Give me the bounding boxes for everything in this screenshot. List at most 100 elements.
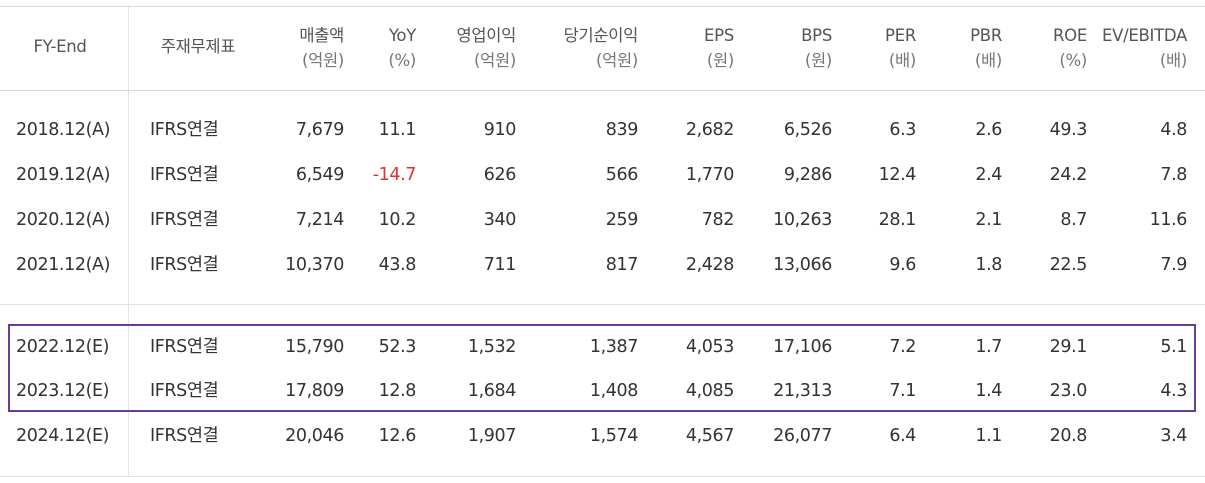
cell-roe: 49.3	[1049, 120, 1088, 140]
cell-roe: 22.5	[1049, 255, 1088, 275]
header-roe: ROE (%)	[1005, 23, 1087, 73]
cell-bps: 6,526	[783, 120, 833, 140]
cell-revenue: 20,046	[285, 426, 344, 446]
cell-yoy: -14.7	[372, 165, 417, 185]
cell-statement-type: IFRS연결	[150, 210, 219, 230]
header-unit: (%)	[1059, 51, 1087, 70]
cell-bps: 9,286	[783, 165, 833, 185]
header-ev-ebitda: EV/EBITDA (배)	[1090, 23, 1187, 73]
cell-operating-profit: 1,907	[467, 426, 517, 446]
header-unit: (억원)	[595, 51, 638, 70]
cell-ev-ebitda: 11.6	[1149, 210, 1188, 230]
header-label: 매출액	[299, 26, 344, 45]
header-bps: BPS (원)	[740, 23, 832, 73]
actual-estimate-separator	[0, 304, 1205, 305]
cell-yoy: 10.2	[378, 210, 417, 230]
cell-fy-end: 2024.12(E)	[16, 426, 110, 446]
cell-pbr: 2.4	[975, 165, 1002, 185]
cell-operating-profit: 626	[483, 165, 517, 185]
cell-eps: 4,567	[685, 426, 735, 446]
header-label: BPS	[801, 26, 832, 45]
header-yoy: YoY (%)	[350, 23, 416, 73]
cell-net-income: 817	[605, 255, 639, 275]
header-unit: (배)	[974, 51, 1002, 70]
cell-net-income: 259	[605, 210, 639, 230]
cell-eps: 1,770	[685, 165, 735, 185]
cell-per: 9.6	[889, 255, 916, 275]
header-per: PER (배)	[840, 23, 916, 73]
header-unit: (억원)	[473, 51, 516, 70]
cell-yoy: 12.6	[378, 426, 417, 446]
header-label: EV/EBITDA	[1102, 26, 1187, 45]
cell-bps: 13,066	[773, 255, 832, 275]
cell-eps: 782	[701, 210, 735, 230]
cell-revenue: 7,214	[295, 210, 345, 230]
cell-net-income: 566	[605, 165, 639, 185]
cell-statement-type: IFRS연결	[150, 426, 219, 446]
cell-per: 28.1	[878, 210, 917, 230]
table-row: 2021.12(A) IFRS연결 10,370 43.8 711 817 2,428 13,…	[0, 249, 1205, 281]
cell-pbr: 1.1	[975, 426, 1002, 446]
cell-fy-end: 2021.12(A)	[16, 255, 110, 275]
cell-pbr: 1.8	[975, 255, 1002, 275]
header-bottom-border	[0, 90, 1205, 91]
header-unit: (억원)	[301, 51, 344, 70]
cell-net-income: 1,574	[589, 426, 639, 446]
cell-yoy: 43.8	[378, 255, 417, 275]
cell-roe: 24.2	[1049, 165, 1088, 185]
cell-pbr: 2.1	[975, 210, 1002, 230]
cell-operating-profit: 910	[483, 120, 517, 140]
header-label: ROE	[1053, 26, 1087, 45]
cell-operating-profit: 711	[483, 255, 517, 275]
table-row: 2018.12(A) IFRS연결 7,679 11.1 910 839 2,682 6,52…	[0, 114, 1205, 146]
cell-ev-ebitda: 4.8	[1160, 120, 1187, 140]
cell-operating-profit: 340	[483, 210, 517, 230]
cell-per: 12.4	[878, 165, 917, 185]
header-label: EPS	[704, 26, 734, 45]
header-fy-end: FY-End	[0, 34, 120, 59]
header-unit: (원)	[706, 51, 734, 70]
cell-statement-type: IFRS연결	[150, 255, 219, 275]
cell-ev-ebitda: 3.4	[1160, 426, 1187, 446]
table-row: 2024.12(E) IFRS연결 20,046 12.6 1,907 1,574 4,56…	[0, 420, 1205, 452]
cell-fy-end: 2020.12(A)	[16, 210, 110, 230]
cell-revenue: 6,549	[295, 165, 345, 185]
cell-bps: 26,077	[773, 426, 832, 446]
cell-statement-type: IFRS연결	[150, 120, 219, 140]
header-label: PBR	[970, 26, 1002, 45]
header-unit: (원)	[804, 51, 832, 70]
cell-fy-end: 2018.12(A)	[16, 120, 110, 140]
header-revenue: 매출액 (억원)	[250, 23, 344, 73]
header-statement-type: 주재무제표	[138, 34, 258, 59]
table-row: 2019.12(A) IFRS연결 6,549 -14.7 626 566 1,770 9,2…	[0, 159, 1205, 191]
table-row: 2020.12(A) IFRS연결 7,214 10.2 340 259 782 10,263…	[0, 204, 1205, 236]
header-label: 당기순이익	[563, 26, 639, 45]
cell-roe: 20.8	[1049, 426, 1088, 446]
cell-per: 6.4	[889, 426, 916, 446]
cell-net-income: 839	[605, 120, 639, 140]
header-operating-profit: 영업이익 (억원)	[420, 23, 516, 73]
header-pbr: PBR (배)	[920, 23, 1002, 73]
cell-yoy: 11.1	[378, 120, 417, 140]
table-bottom-border	[0, 476, 1205, 477]
cell-bps: 10,263	[773, 210, 832, 230]
cell-eps: 2,428	[685, 255, 735, 275]
cell-statement-type: IFRS연결	[150, 165, 219, 185]
cell-fy-end: 2019.12(A)	[16, 165, 110, 185]
cell-per: 6.3	[889, 120, 916, 140]
header-unit: (배)	[1159, 51, 1187, 70]
header-net-income: 당기순이익 (억원)	[520, 23, 639, 73]
header-label: FY-End	[33, 37, 87, 56]
header-eps: EPS (원)	[640, 23, 734, 73]
cell-ev-ebitda: 7.9	[1160, 255, 1187, 275]
header-label: PER	[885, 26, 916, 45]
cell-revenue: 10,370	[285, 255, 344, 275]
header-label: 영업이익	[456, 26, 516, 45]
header-unit: (배)	[888, 51, 916, 70]
estimate-highlight-box	[8, 324, 1196, 412]
cell-roe: 8.7	[1060, 210, 1087, 230]
header-label: 주재무제표	[160, 37, 236, 56]
cell-eps: 2,682	[685, 120, 735, 140]
header-label: YoY	[388, 26, 416, 45]
cell-revenue: 7,679	[295, 120, 345, 140]
